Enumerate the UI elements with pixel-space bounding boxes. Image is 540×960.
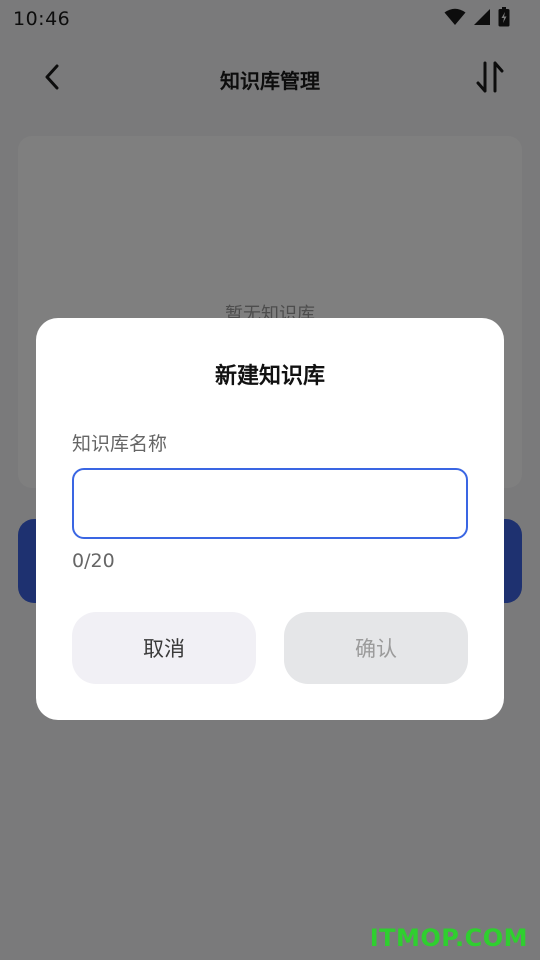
new-knowledge-base-dialog: 新建知识库 知识库名称 0/20 取消 确认: [36, 318, 504, 720]
dialog-title: 新建知识库: [214, 364, 325, 389]
name-field-label: 知识库名称: [72, 433, 168, 455]
cancel-button[interactable]: 取消: [72, 612, 256, 684]
watermark-text: ITMOP.COM: [369, 924, 528, 952]
character-counter: 0/20: [72, 550, 115, 572]
confirm-button[interactable]: 确认: [284, 612, 468, 684]
knowledge-base-name-input[interactable]: [72, 468, 468, 539]
